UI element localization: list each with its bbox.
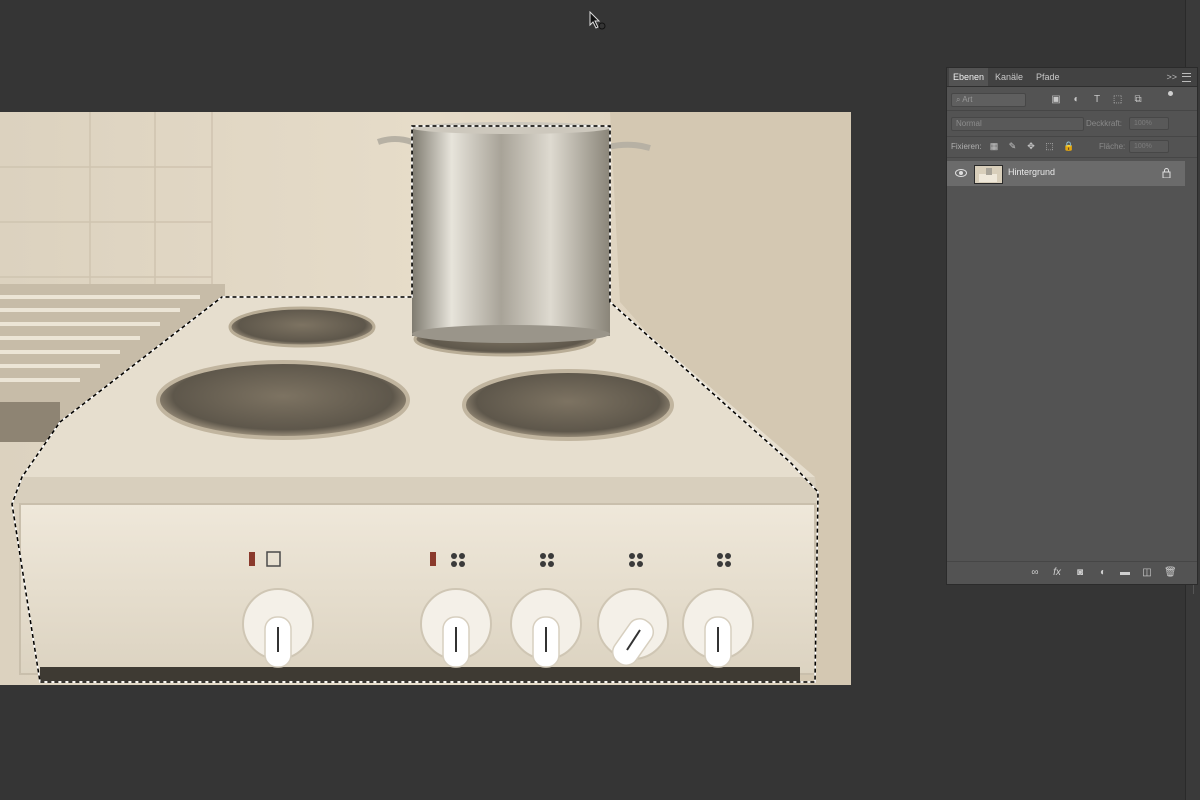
stove-photo (0, 112, 851, 685)
document-canvas[interactable] (0, 112, 851, 685)
layer-row[interactable]: Hintergrund (947, 161, 1185, 186)
adjustment-icon[interactable]: ◐ (1097, 567, 1109, 579)
filter-icons: ▣ ◐ T ⬚ ⧉ (1051, 94, 1151, 105)
shape-filter-icon[interactable]: ⬚ (1113, 95, 1123, 105)
text-filter-icon[interactable]: T (1092, 95, 1102, 105)
adjustment-filter-icon[interactable]: ◐ (1072, 95, 1082, 105)
tab-layers[interactable]: Ebenen (949, 68, 989, 86)
filter-toggle[interactable] (1168, 91, 1173, 96)
lock-transparent-pixels-icon[interactable]: ▦ (989, 141, 999, 151)
search-icon: ⌕ (956, 95, 961, 104)
lock-all-icon[interactable]: 🔒 (1063, 141, 1074, 151)
fx-icon[interactable]: fx (1051, 567, 1063, 579)
panel-menu-icon[interactable] (1182, 73, 1191, 82)
opacity-label: Deckkraft: (1086, 119, 1123, 128)
folder-icon[interactable]: ▬ (1119, 567, 1131, 579)
mask-icon[interactable]: ◙ (1074, 567, 1086, 579)
layer-name[interactable]: Hintergrund (1008, 167, 1055, 177)
smart-object-filter-icon[interactable]: ⧉ (1133, 95, 1143, 105)
panel-footer: ∞ fx ◙ ◐ ▬ ◫ 🗑 (947, 561, 1197, 584)
cursor-arrow-icon (589, 11, 606, 30)
lock-image-pixels-icon[interactable]: ✎ (1008, 141, 1018, 151)
filter-kind-label: Art (962, 95, 973, 104)
opacity-field[interactable]: 100% (1129, 117, 1169, 130)
layer-filter-select[interactable]: ⌕ Art (951, 93, 1026, 107)
new-layer-icon[interactable]: ◫ (1141, 567, 1153, 579)
lock-icons: ▦ ✎ ✥ ⬚ 🔒 (989, 141, 1079, 151)
layer-thumbnail (974, 165, 1003, 184)
tab-channels[interactable]: Kanäle (995, 68, 1023, 86)
link-icon[interactable]: ∞ (1029, 567, 1041, 579)
trash-icon[interactable]: 🗑 (1164, 567, 1177, 579)
panel-tab-bar: Ebenen Kanäle Pfade >> (947, 68, 1197, 87)
layers-panel: Ebenen Kanäle Pfade >> ⌕ Art ▣ ◐ T ⬚ ⧉ N… (946, 67, 1198, 585)
lock-artboard-icon[interactable]: ⬚ (1045, 141, 1055, 151)
collapse-panel-icon[interactable]: >> (1166, 72, 1177, 82)
fill-field[interactable]: 100% (1129, 140, 1169, 153)
fill-label: Fläche: (1099, 142, 1126, 151)
blend-mode-select[interactable]: Normal (951, 117, 1084, 131)
lock-position-icon[interactable]: ✥ (1026, 141, 1036, 151)
image-filter-icon[interactable]: ▣ (1051, 95, 1061, 105)
tab-paths[interactable]: Pfade (1036, 68, 1060, 86)
visibility-eye-icon[interactable] (955, 169, 967, 177)
layer-lock-icon (1162, 168, 1171, 178)
lock-label: Fixieren: (951, 142, 982, 151)
